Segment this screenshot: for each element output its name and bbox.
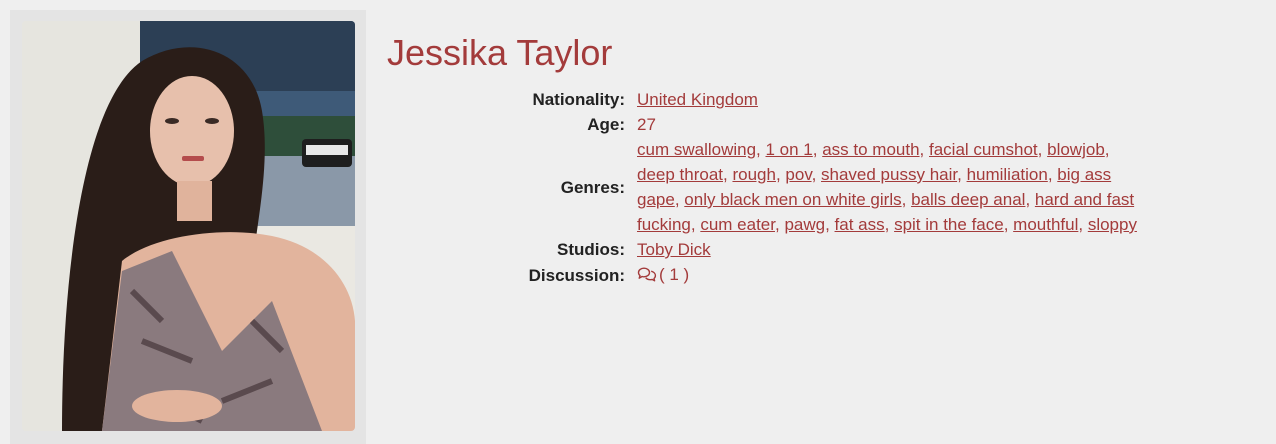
performer-details: Nationality: United Kingdom Age: 27 Genr… xyxy=(440,87,1137,289)
studio-link[interactable]: Toby Dick xyxy=(637,240,711,259)
performer-page: Jessika Taylor Nationality: United Kingd… xyxy=(0,0,1276,444)
performer-photo[interactable] xyxy=(22,21,355,431)
genre-link[interactable]: mouthful xyxy=(1013,215,1078,234)
nationality-value: United Kingdom xyxy=(637,87,1137,112)
discussion-value: ( 1 ) xyxy=(637,262,1137,289)
age-label: Age: xyxy=(587,115,625,134)
genre-link[interactable]: cum eater xyxy=(700,215,775,234)
genre-link[interactable]: shaved pussy hair xyxy=(821,165,957,184)
genre-link[interactable]: sloppy xyxy=(1088,215,1137,234)
discussion-link[interactable]: ( 1 ) xyxy=(637,265,689,284)
performer-name: Jessika Taylor xyxy=(387,32,613,73)
nationality-row: Nationality: United Kingdom xyxy=(440,87,1137,112)
genre-link[interactable]: cum swallowing xyxy=(637,140,756,159)
genre-link[interactable]: 1 on 1 xyxy=(766,140,813,159)
genres-row: Genres: cum swallowing, 1 on 1, ass to m… xyxy=(440,137,1137,237)
genre-link[interactable]: deep throat xyxy=(637,165,723,184)
genres-value: cum swallowing, 1 on 1, ass to mouth, fa… xyxy=(637,137,1137,237)
genre-link[interactable]: pawg xyxy=(784,215,825,234)
genre-link[interactable]: ass to mouth xyxy=(822,140,919,159)
discussion-row: Discussion: ( 1 ) xyxy=(440,262,1137,289)
genre-link[interactable]: facial cumshot xyxy=(929,140,1038,159)
studios-row: Studios: Toby Dick xyxy=(440,237,1137,262)
age-row: Age: 27 xyxy=(440,112,1137,137)
comments-icon xyxy=(637,264,657,289)
nationality-label: Nationality: xyxy=(532,90,625,109)
genre-link[interactable]: fat ass xyxy=(835,215,885,234)
age-value: 27 xyxy=(637,115,656,134)
genre-link[interactable]: rough xyxy=(732,165,775,184)
genres-label: Genres: xyxy=(560,177,625,197)
discussion-count: ( 1 ) xyxy=(659,265,690,284)
genre-link[interactable]: humiliation xyxy=(967,165,1048,184)
discussion-label: Discussion: xyxy=(528,266,625,285)
genre-link[interactable]: blowjob xyxy=(1047,140,1105,159)
studios-label: Studios: xyxy=(557,240,625,259)
genre-list: cum swallowing, 1 on 1, ass to mouth, fa… xyxy=(637,140,1137,234)
genre-link[interactable]: pov xyxy=(785,165,811,184)
genre-link[interactable]: only black men on white girls xyxy=(684,190,901,209)
genre-link[interactable]: spit in the face xyxy=(894,215,1004,234)
photo-frame xyxy=(10,10,366,444)
studios-value: Toby Dick xyxy=(637,237,1137,262)
nationality-link[interactable]: United Kingdom xyxy=(637,90,758,109)
genre-link[interactable]: balls deep anal xyxy=(911,190,1025,209)
